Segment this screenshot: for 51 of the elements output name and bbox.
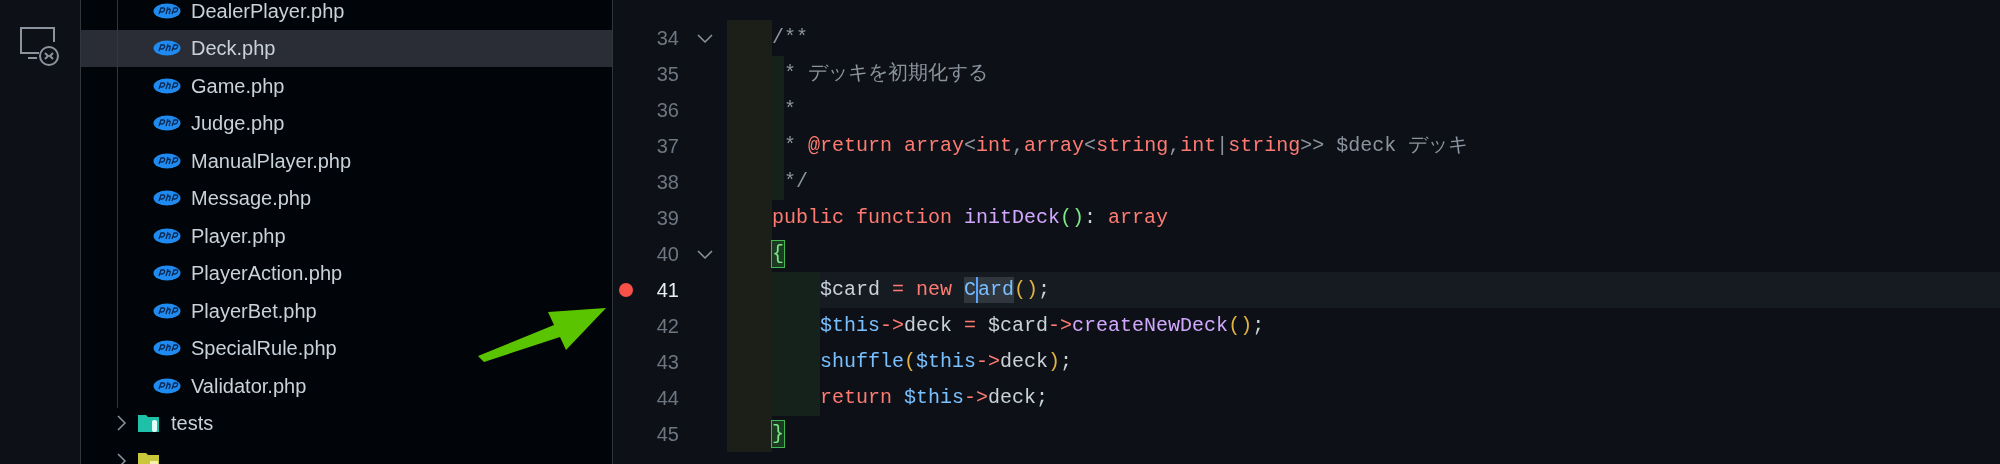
php-file-icon [153,227,181,244]
folder-item[interactable]: tests [171,408,214,439]
monitor-icon[interactable] [19,26,61,66]
file-item[interactable]: PlayerAction.php [81,254,612,292]
file-item[interactable]: Player.php [81,217,612,255]
line-number: 40 [655,242,679,267]
code-line: /** [772,25,808,51]
code-line: * デッキを初期化する [784,61,988,87]
file-item[interactable]: Judge.php [81,104,612,142]
php-file-icon [153,152,181,169]
test-folder-icon [137,412,161,435]
code-line: $card = new Card(); [820,276,1051,305]
line-number: 43 [655,350,679,375]
code-line: * [784,97,796,123]
file-item[interactable]: Message.php [81,179,612,217]
file-item[interactable]: PlayerBet.php [81,292,612,330]
php-file-icon [153,265,181,282]
code-line: shuffle($this->deck); [820,349,1073,375]
line-number: 37 [655,134,679,159]
code-line: public function initDeck(): array [772,205,1169,231]
php-file-icon [153,190,181,207]
line-number: 44 [655,386,679,411]
file-item[interactable]: DealerPlayer.php [81,0,612,30]
chevron-icon[interactable] [115,414,127,433]
php-file-icon [153,115,181,132]
code-line: return $this->deck; [820,385,1049,411]
line-number: 35 [655,62,679,87]
file-item[interactable]: Validator.php [81,367,612,405]
code-line: * @return array<int,array<string,int|string>> $deck デッキ [784,133,1469,159]
line-number: 34 [655,26,679,51]
line-number: 36 [655,98,679,123]
line-number: 45 [655,422,679,447]
code-line: $this->deck = $card->createNewDeck(); [820,313,1265,339]
php-file-icon [153,302,181,319]
php-file-icon [153,77,181,94]
fold-chevron-icon[interactable] [695,32,715,44]
chevron-icon[interactable] [115,451,127,464]
php-file-icon [153,340,181,357]
line-number: 41 [655,278,679,303]
php-file-icon [153,377,181,394]
file-item[interactable]: SpecialRule.php [81,329,612,367]
line-number: 39 [655,206,679,231]
php-file-icon [153,2,181,19]
file-item[interactable]: ManualPlayer.php [81,142,612,180]
file-item[interactable]: Game.php [81,67,612,105]
file-item[interactable]: Deck.php [81,29,612,67]
line-number: 38 [655,170,679,195]
line-number: 42 [655,314,679,339]
php-file-icon [153,40,181,57]
code-line: */ [784,169,808,195]
fold-chevron-icon[interactable] [695,248,715,260]
